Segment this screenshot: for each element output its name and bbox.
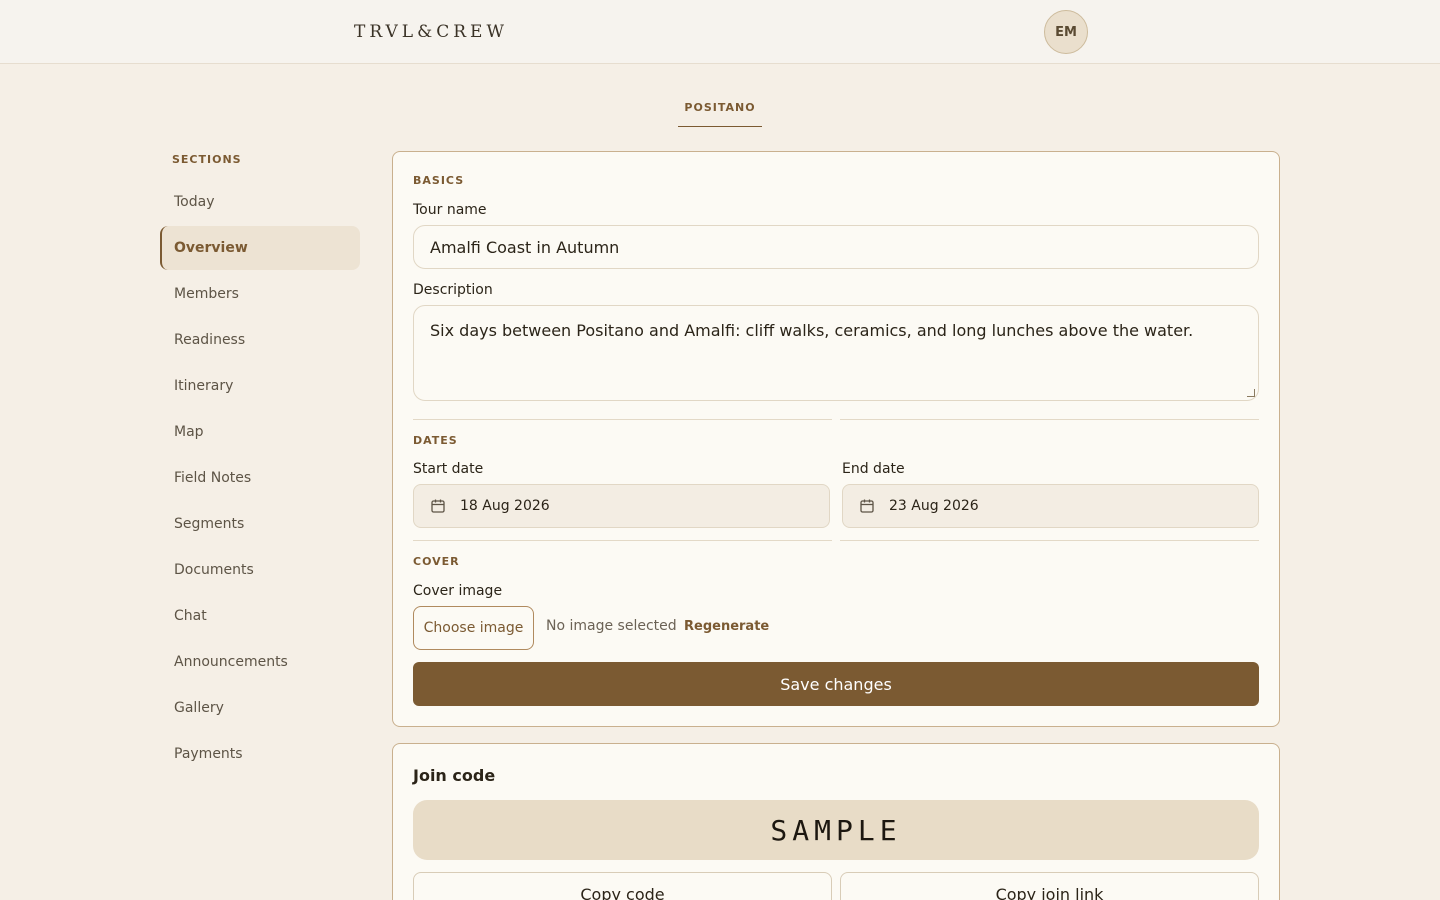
- description-text: Six days between Positano and Amalfi: cl…: [430, 321, 1194, 340]
- divider: [413, 419, 832, 420]
- regenerate-link[interactable]: Regenerate: [684, 619, 769, 634]
- choose-image-button[interactable]: Choose image: [413, 606, 534, 650]
- sidebar-item-announcements[interactable]: Announcements: [160, 640, 360, 684]
- sidebar-item-overview[interactable]: Overview: [160, 226, 360, 270]
- copy-join-link-button[interactable]: Copy join link: [840, 872, 1259, 900]
- calendar-icon: [431, 499, 445, 513]
- end-date-value: 23 Aug 2026: [889, 498, 979, 514]
- sidebar-item-members[interactable]: Members: [160, 272, 360, 316]
- join-code-card: Join code SAMPLE Copy code Copy join lin…: [392, 743, 1280, 900]
- sidebar-item-chat[interactable]: Chat: [160, 594, 360, 638]
- user-avatar[interactable]: EM: [1044, 10, 1088, 54]
- resize-handle-icon[interactable]: [1247, 389, 1255, 397]
- divider: [840, 419, 1259, 420]
- sidebar-item-payments[interactable]: Payments: [160, 732, 360, 776]
- sidebar-item-gallery[interactable]: Gallery: [160, 686, 360, 730]
- brand-logo[interactable]: TRVL&CREW: [354, 22, 508, 42]
- tour-name-label: Tour name: [413, 202, 487, 218]
- save-changes-button[interactable]: Save changes: [413, 662, 1259, 706]
- dates-heading: DATES: [413, 434, 458, 447]
- description-label: Description: [413, 282, 493, 298]
- basics-heading: BASICS: [413, 174, 465, 187]
- sidebar-item-segments[interactable]: Segments: [160, 502, 360, 546]
- sidebar-item-readiness[interactable]: Readiness: [160, 318, 360, 362]
- sidebar-item-map[interactable]: Map: [160, 410, 360, 454]
- cover-heading: COVER: [413, 555, 460, 568]
- sidebar-item-field-notes[interactable]: Field Notes: [160, 456, 360, 500]
- start-date-value: 18 Aug 2026: [460, 498, 550, 514]
- sidebar-item-documents[interactable]: Documents: [160, 548, 360, 592]
- join-code-title: Join code: [413, 766, 496, 785]
- tab-positano[interactable]: POSITANO: [678, 96, 762, 127]
- join-code-display: SAMPLE: [413, 800, 1259, 860]
- sidebar-item-today[interactable]: Today: [160, 180, 360, 224]
- top-bar: TRVL&CREW EM: [0, 0, 1440, 64]
- start-date-field[interactable]: 18 Aug 2026: [413, 484, 830, 528]
- divider: [840, 540, 1259, 541]
- divider: [413, 540, 832, 541]
- tab-label: POSITANO: [684, 101, 756, 114]
- cover-image-label: Cover image: [413, 583, 503, 599]
- end-date-label: End date: [842, 461, 905, 477]
- start-date-label: Start date: [413, 461, 484, 477]
- end-date-field[interactable]: 23 Aug 2026: [842, 484, 1259, 528]
- overview-form-card: BASICS Tour name Amalfi Coast in Autumn …: [392, 151, 1280, 727]
- copy-code-button[interactable]: Copy code: [413, 872, 832, 900]
- description-textarea[interactable]: Six days between Positano and Amalfi: cl…: [413, 305, 1259, 401]
- image-status-text: No image selected: [546, 618, 677, 634]
- sidebar-item-itinerary[interactable]: Itinerary: [160, 364, 360, 408]
- sidebar-title: SECTIONS: [172, 153, 242, 166]
- calendar-icon: [860, 499, 874, 513]
- tour-name-input[interactable]: Amalfi Coast in Autumn: [413, 225, 1259, 269]
